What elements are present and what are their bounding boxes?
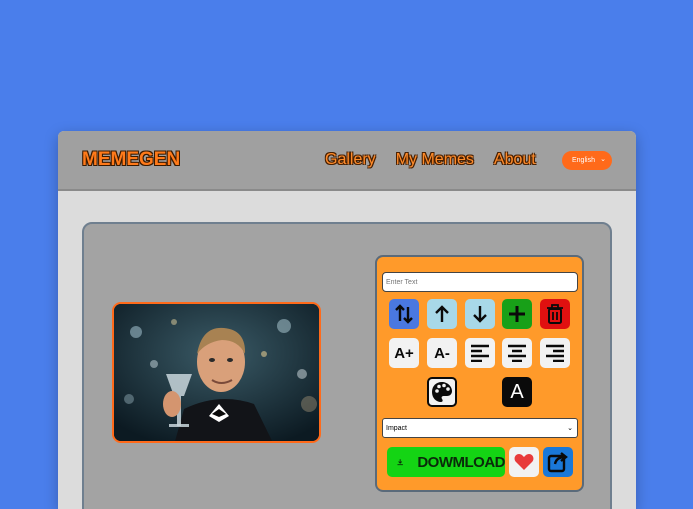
- language-value: English: [572, 157, 595, 164]
- app-window: MEMEGEN Gallery My Memes About English ⌄: [58, 131, 636, 509]
- align-left-button[interactable]: [465, 338, 495, 368]
- move-line-up-button[interactable]: [427, 299, 457, 329]
- nav-my-memes-link[interactable]: My Memes: [396, 151, 474, 169]
- trash-icon: [547, 304, 563, 324]
- font-increase-icon: A+: [394, 344, 414, 362]
- meme-text-input[interactable]: [382, 272, 578, 292]
- stroke-color-button[interactable]: A: [502, 377, 532, 407]
- download-button[interactable]: DOWMLOAD: [387, 447, 505, 477]
- meme-image: [114, 304, 319, 441]
- text-color-button[interactable]: [427, 377, 457, 407]
- meme-editor-panel: A+ A-: [82, 222, 612, 509]
- nav-gallery-link[interactable]: Gallery: [325, 151, 376, 169]
- language-select[interactable]: English ⌄: [562, 151, 612, 170]
- main-nav: Gallery My Memes About: [325, 151, 536, 169]
- font-decrease-icon: A-: [434, 344, 450, 362]
- logo[interactable]: MEMEGEN: [82, 149, 180, 171]
- nav-about-link[interactable]: About: [494, 151, 536, 169]
- chevron-down-icon: ⌄: [600, 156, 606, 163]
- save-meme-button[interactable]: [509, 447, 539, 477]
- share-button[interactable]: [543, 447, 573, 477]
- align-center-button[interactable]: [502, 338, 532, 368]
- font-family-select[interactable]: Impact ⌄: [382, 418, 578, 438]
- align-right-button[interactable]: [540, 338, 570, 368]
- download-icon: [397, 459, 403, 466]
- move-line-down-button[interactable]: [465, 299, 495, 329]
- header: MEMEGEN Gallery My Memes About English ⌄: [58, 131, 636, 191]
- palette-icon: [432, 382, 452, 402]
- font-letter-icon: A: [510, 380, 524, 403]
- switch-lines-button[interactable]: [389, 299, 419, 329]
- increase-font-button[interactable]: A+: [389, 338, 419, 368]
- font-family-value: Impact: [386, 424, 408, 432]
- heart-icon: [514, 454, 534, 470]
- arrow-down-icon: [473, 306, 487, 323]
- share-icon: [547, 452, 568, 473]
- add-line-button[interactable]: [502, 299, 532, 329]
- meme-canvas[interactable]: [112, 302, 321, 443]
- swap-vertical-icon: [395, 304, 413, 324]
- download-label: DOWMLOAD: [417, 453, 505, 471]
- chevron-down-icon: ⌄: [567, 425, 573, 432]
- decrease-font-button[interactable]: A-: [427, 338, 457, 368]
- plus-icon: [509, 306, 525, 322]
- align-right-icon: [546, 344, 564, 362]
- arrow-up-icon: [435, 305, 449, 322]
- editor-controls: A+ A-: [375, 255, 584, 492]
- align-left-icon: [471, 344, 489, 362]
- align-center-icon: [508, 344, 526, 362]
- delete-line-button[interactable]: [540, 299, 570, 329]
